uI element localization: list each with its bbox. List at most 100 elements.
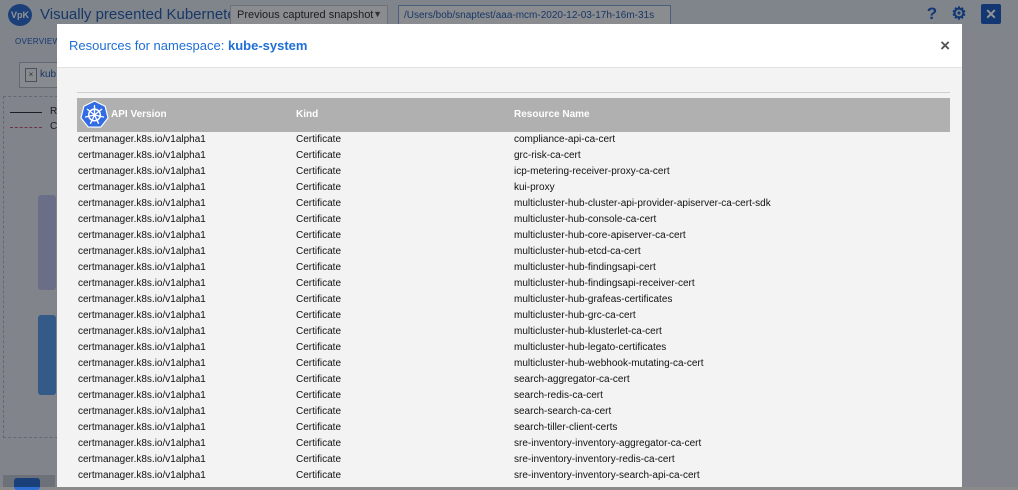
cell-resource-name: kui-proxy [514, 182, 555, 193]
cell-resource-name: multicluster-hub-webhook-mutating-ca-cer… [514, 358, 704, 369]
cell-resource-name: multicluster-hub-legato-certificates [514, 342, 667, 353]
cell-kind: Certificate [296, 326, 342, 337]
cell-resource-name: multicluster-hub-grc-ca-cert [514, 310, 636, 321]
cell-kind: Certificate [296, 406, 342, 417]
namespace-name: kube-system [227, 38, 308, 53]
cell-api-version: certmanager.k8s.io/v1alpha1 [78, 454, 206, 465]
cell-api-version: certmanager.k8s.io/v1alpha1 [78, 262, 206, 273]
cell-api-version: certmanager.k8s.io/v1alpha1 [78, 134, 206, 145]
table-row[interactable]: certmanager.k8s.io/v1alpha1 Certificate mu… [77, 276, 950, 292]
cell-kind: Certificate [296, 182, 342, 193]
cell-kind: Certificate [296, 390, 342, 401]
cell-resource-name: grc-risk-ca-cert [514, 150, 581, 161]
kubernetes-logo-icon [80, 100, 109, 128]
cell-kind: Certificate [296, 422, 342, 433]
table-row[interactable]: certmanager.k8s.io/v1alpha1 Certificate mu… [77, 212, 950, 228]
table-row[interactable]: certmanager.k8s.io/v1alpha1 Certificate se… [77, 372, 950, 388]
cell-resource-name: multicluster-hub-findingsapi-cert [514, 262, 656, 273]
cell-kind: Certificate [296, 374, 342, 385]
table-row[interactable]: certmanager.k8s.io/v1alpha1 Certificate mu… [77, 196, 950, 212]
cell-api-version: certmanager.k8s.io/v1alpha1 [78, 406, 206, 417]
cell-kind: Certificate [296, 454, 342, 465]
table-row[interactable]: certmanager.k8s.io/v1alpha1 Certificate mu… [77, 356, 950, 372]
resources-table: API Version Kind Resource Name certmanag… [77, 98, 950, 484]
cell-kind: Certificate [296, 310, 342, 321]
table-row[interactable]: certmanager.k8s.io/v1alpha1 Certificate sr… [77, 468, 950, 484]
cell-resource-name: search-aggregator-ca-cert [514, 374, 630, 385]
cell-resource-name: search-tiller-client-certs [514, 422, 618, 433]
resources-modal: Resources for namespace: kube-system × A… [57, 24, 962, 487]
table-row[interactable]: certmanager.k8s.io/v1alpha1 Certificate mu… [77, 292, 950, 308]
cell-kind: Certificate [296, 358, 342, 369]
modal-title: Resources for namespace: kube-system [69, 38, 307, 53]
column-header-resource-name[interactable]: Resource Name [514, 109, 590, 120]
cell-api-version: certmanager.k8s.io/v1alpha1 [78, 150, 206, 161]
cell-resource-name: multicluster-hub-etcd-ca-cert [514, 246, 641, 257]
cell-resource-name: search-search-ca-cert [514, 406, 612, 417]
table-row[interactable]: certmanager.k8s.io/v1alpha1 Certificate sr… [77, 436, 950, 452]
table-row[interactable]: certmanager.k8s.io/v1alpha1 Certificate mu… [77, 228, 950, 244]
cell-api-version: certmanager.k8s.io/v1alpha1 [78, 374, 206, 385]
table-row[interactable]: certmanager.k8s.io/v1alpha1 Certificate mu… [77, 324, 950, 340]
table-row[interactable]: certmanager.k8s.io/v1alpha1 Certificate se… [77, 388, 950, 404]
modal-body: API Version Kind Resource Name certmanag… [57, 68, 962, 487]
cell-kind: Certificate [296, 214, 342, 225]
cell-api-version: certmanager.k8s.io/v1alpha1 [78, 422, 206, 433]
modal-header: Resources for namespace: kube-system × [57, 24, 962, 68]
cell-kind: Certificate [296, 294, 342, 305]
cell-resource-name: compliance-api-ca-cert [514, 134, 616, 145]
cell-api-version: certmanager.k8s.io/v1alpha1 [78, 214, 206, 225]
table-row[interactable]: certmanager.k8s.io/v1alpha1 Certificate se… [77, 420, 950, 436]
table-row[interactable]: certmanager.k8s.io/v1alpha1 Certificate ku… [77, 180, 950, 196]
cell-kind: Certificate [296, 198, 342, 209]
column-header-api-version[interactable]: API Version [111, 109, 167, 120]
cell-api-version: certmanager.k8s.io/v1alpha1 [78, 230, 206, 241]
cell-resource-name: icp-metering-receiver-proxy-ca-cert [514, 166, 670, 177]
cell-resource-name: multicluster-hub-console-ca-cert [514, 214, 657, 225]
cell-api-version: certmanager.k8s.io/v1alpha1 [78, 438, 206, 449]
cell-api-version: certmanager.k8s.io/v1alpha1 [78, 198, 206, 209]
cell-api-version: certmanager.k8s.io/v1alpha1 [78, 342, 206, 353]
cell-kind: Certificate [296, 278, 342, 289]
divider [77, 92, 950, 93]
cell-kind: Certificate [296, 470, 342, 481]
cell-kind: Certificate [296, 246, 342, 257]
table-header: API Version Kind Resource Name [77, 98, 950, 132]
modal-title-prefix: Resources for namespace: [69, 38, 225, 53]
cell-kind: Certificate [296, 166, 342, 177]
table-row[interactable]: certmanager.k8s.io/v1alpha1 Certificate co… [77, 132, 950, 148]
cell-api-version: certmanager.k8s.io/v1alpha1 [78, 166, 206, 177]
cell-api-version: certmanager.k8s.io/v1alpha1 [78, 310, 206, 321]
cell-kind: Certificate [296, 438, 342, 449]
cell-api-version: certmanager.k8s.io/v1alpha1 [78, 278, 206, 289]
cell-resource-name: multicluster-hub-grafeas-certificates [514, 294, 673, 305]
cell-resource-name: multicluster-hub-findingsapi-receiver-ce… [514, 278, 695, 289]
table-row[interactable]: certmanager.k8s.io/v1alpha1 Certificate gr… [77, 148, 950, 164]
cell-api-version: certmanager.k8s.io/v1alpha1 [78, 358, 206, 369]
modal-close-icon[interactable]: × [940, 36, 950, 56]
table-row[interactable]: certmanager.k8s.io/v1alpha1 Certificate se… [77, 404, 950, 420]
cell-resource-name: search-redis-ca-cert [514, 390, 603, 401]
cell-resource-name: multicluster-hub-cluster-api-provider-ap… [514, 198, 771, 209]
cell-api-version: certmanager.k8s.io/v1alpha1 [78, 294, 206, 305]
cell-resource-name: multicluster-hub-core-apiserver-ca-cert [514, 230, 686, 241]
cell-kind: Certificate [296, 342, 342, 353]
cell-resource-name: sre-inventory-inventory-aggregator-ca-ce… [514, 438, 702, 449]
table-row[interactable]: certmanager.k8s.io/v1alpha1 Certificate sr… [77, 452, 950, 468]
cell-api-version: certmanager.k8s.io/v1alpha1 [78, 246, 206, 257]
table-row[interactable]: certmanager.k8s.io/v1alpha1 Certificate mu… [77, 260, 950, 276]
table-row[interactable]: certmanager.k8s.io/v1alpha1 Certificate mu… [77, 308, 950, 324]
table-row[interactable]: certmanager.k8s.io/v1alpha1 Certificate mu… [77, 340, 950, 356]
cell-api-version: certmanager.k8s.io/v1alpha1 [78, 182, 206, 193]
cell-api-version: certmanager.k8s.io/v1alpha1 [78, 390, 206, 401]
cell-kind: Certificate [296, 134, 342, 145]
table-body: certmanager.k8s.io/v1alpha1 Certificate co… [77, 132, 950, 484]
table-row[interactable]: certmanager.k8s.io/v1alpha1 Certificate mu… [77, 244, 950, 260]
cell-resource-name: sre-inventory-inventory-search-api-ca-ce… [514, 470, 700, 481]
cell-resource-name: multicluster-hub-klusterlet-ca-cert [514, 326, 662, 337]
cell-kind: Certificate [296, 230, 342, 241]
column-header-kind[interactable]: Kind [296, 109, 318, 120]
cell-kind: Certificate [296, 150, 342, 161]
table-row[interactable]: certmanager.k8s.io/v1alpha1 Certificate ic… [77, 164, 950, 180]
cell-resource-name: sre-inventory-inventory-redis-ca-cert [514, 454, 675, 465]
